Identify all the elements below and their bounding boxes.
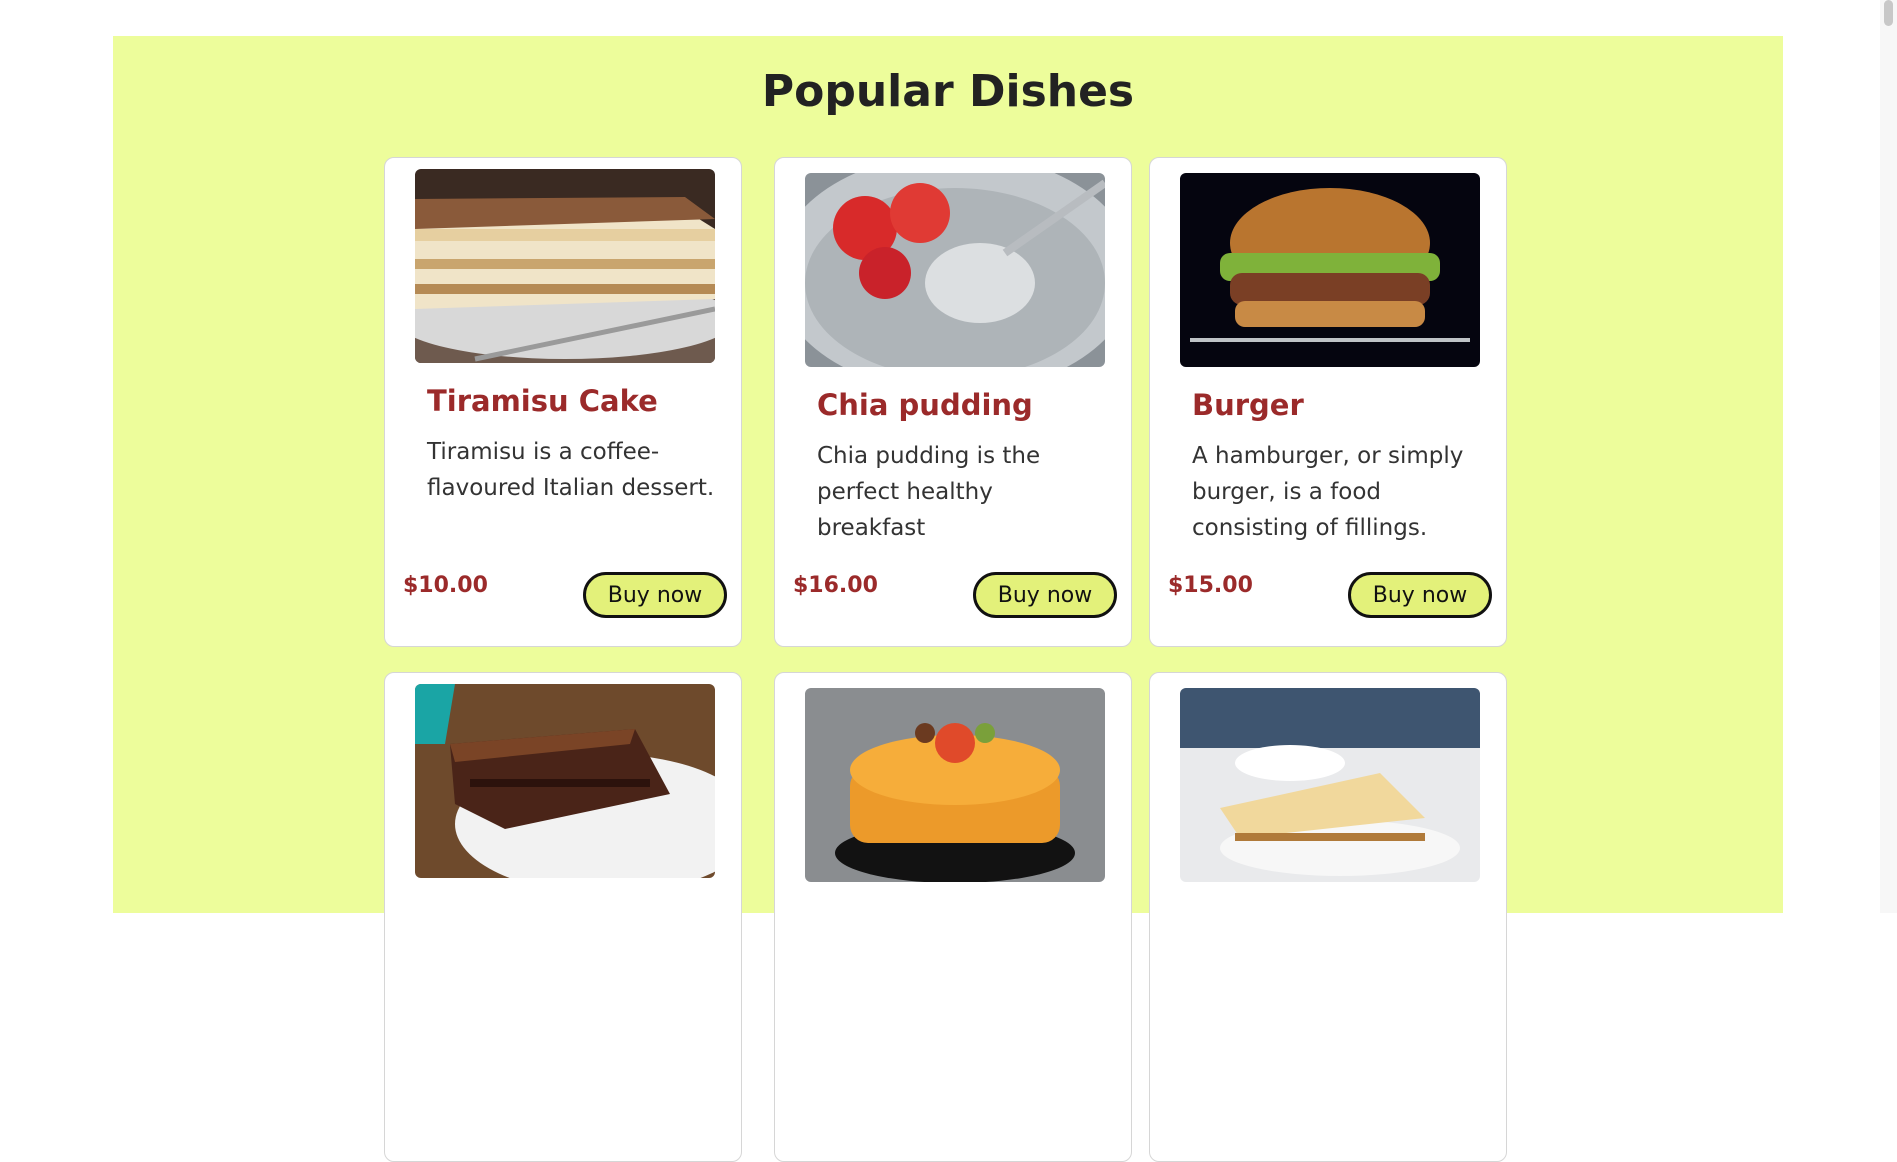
dish-card-orange-cake	[774, 672, 1132, 1162]
dish-price: $16.00	[793, 573, 878, 598]
section-title: Popular Dishes	[761, 66, 1135, 117]
orange-cake-image	[805, 688, 1105, 882]
buy-now-button[interactable]: Buy now	[583, 572, 727, 618]
buy-now-button[interactable]: Buy now	[973, 572, 1117, 618]
dish-card-burger: Burger A hamburger, or simply burger, is…	[1149, 157, 1507, 647]
dish-card-chocolate-cake	[384, 672, 742, 1162]
dish-description: Chia pudding is the perfect healthy brea…	[817, 443, 1041, 541]
dish-price: $10.00	[403, 573, 488, 598]
dish-card-tiramisu: Tiramisu Cake Tiramisu is a coffee-flavo…	[384, 157, 742, 647]
dish-price: $15.00	[1168, 573, 1253, 598]
chocolate-cake-image	[415, 684, 715, 878]
dish-card-chia-pudding: Chia pudding Chia pudding is the perfect…	[774, 157, 1132, 647]
dish-name: Burger	[1192, 388, 1304, 422]
dish-name: Chia pudding	[817, 388, 1033, 422]
chia-pudding-image	[805, 173, 1105, 367]
dish-card-cheesecake	[1149, 672, 1507, 1162]
dish-description: A hamburger, or simply burger, is a food…	[1192, 443, 1464, 541]
cheesecake-image	[1180, 688, 1480, 882]
popular-dishes-section: Popular Dishes Tiramisu Cake Tiramisu is…	[113, 36, 1783, 1162]
dish-name: Tiramisu Cake	[427, 384, 658, 418]
scrollbar-thumb[interactable]	[1884, 0, 1893, 26]
dish-description: Tiramisu is a coffee-flavoured Italian d…	[427, 439, 715, 501]
buy-now-button[interactable]: Buy now	[1348, 572, 1492, 618]
burger-image	[1180, 173, 1480, 367]
vertical-scrollbar[interactable]	[1880, 0, 1897, 913]
tiramisu-image	[415, 169, 715, 363]
